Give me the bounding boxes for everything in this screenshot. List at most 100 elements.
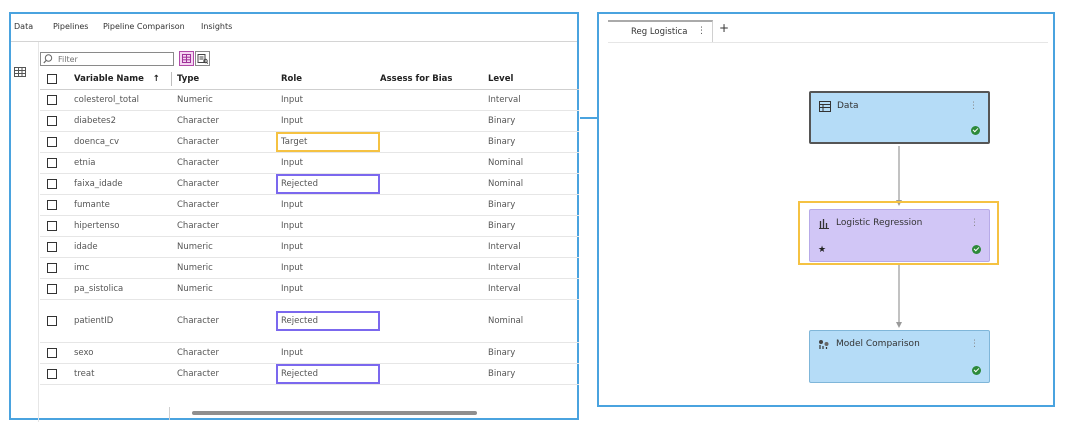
cell-role[interactable]: Input — [281, 263, 303, 273]
scroll-divider — [169, 407, 170, 420]
header-assess-for-bias[interactable]: Assess for Bias — [380, 74, 452, 84]
node-data-menu-icon[interactable]: ⋮ — [969, 101, 978, 111]
tab-reg-logistica[interactable]: Reg Logistica ⋮ — [608, 20, 713, 42]
cell-role[interactable]: Input — [281, 116, 303, 126]
champion-star-icon: ★ — [818, 245, 827, 255]
row-checkbox[interactable] — [47, 137, 57, 147]
cell-role[interactable]: Input — [281, 95, 303, 105]
cell-role[interactable]: Input — [281, 158, 303, 168]
row-checkbox[interactable] — [47, 242, 57, 252]
node-data[interactable]: Data ⋮ — [809, 91, 990, 144]
grid-icon — [182, 54, 191, 63]
cell-type: Character — [177, 200, 219, 210]
tab-pipeline-comparison[interactable]: Pipeline Comparison — [103, 22, 185, 31]
cell-role[interactable]: Input — [281, 200, 303, 210]
table-row[interactable]: etnia Character Input Nominal — [40, 153, 579, 174]
cell-level[interactable]: Interval — [488, 263, 521, 273]
row-checkbox[interactable] — [47, 116, 57, 126]
table-row[interactable]: fumante Character Input Binary — [40, 195, 579, 216]
success-check-icon — [972, 366, 981, 375]
cell-level[interactable]: Binary — [488, 116, 515, 126]
row-checkbox[interactable] — [47, 284, 57, 294]
cell-role[interactable]: Rejected — [281, 369, 318, 379]
cell-level[interactable]: Binary — [488, 221, 515, 231]
cell-role[interactable]: Rejected — [281, 316, 318, 326]
cell-level[interactable]: Nominal — [488, 179, 523, 189]
table-row[interactable]: colesterol_total Numeric Input Interval — [40, 90, 579, 111]
node-model-comparison-menu-icon[interactable]: ⋮ — [970, 339, 979, 349]
cell-variable-name: pa_sistolica — [74, 284, 124, 294]
cell-level[interactable]: Interval — [488, 242, 521, 252]
horizontal-scrollbar[interactable] — [192, 411, 477, 415]
node-model-comparison-label: Model Comparison — [836, 339, 920, 349]
cell-level[interactable]: Binary — [488, 137, 515, 147]
cell-role[interactable]: Input — [281, 284, 303, 294]
cell-type: Numeric — [177, 242, 213, 252]
row-checkbox[interactable] — [47, 263, 57, 273]
table-row[interactable]: hipertenso Character Input Binary — [40, 216, 579, 237]
add-pipeline-button[interactable]: + — [719, 21, 729, 35]
bar-chart-icon — [819, 219, 829, 229]
table-row[interactable]: pa_sistolica Numeric Input Interval — [40, 279, 579, 300]
row-checkbox[interactable] — [47, 158, 57, 168]
node-model-comparison[interactable]: Model Comparison ⋮ — [809, 330, 990, 383]
row-checkbox[interactable] — [47, 179, 57, 189]
table-row[interactable]: imc Numeric Input Interval — [40, 258, 579, 279]
cell-level[interactable]: Binary — [488, 348, 515, 358]
node-logistic-menu-icon[interactable]: ⋮ — [970, 218, 979, 228]
cell-type: Character — [177, 179, 219, 189]
select-all-checkbox[interactable] — [47, 73, 57, 84]
detail-view-button[interactable] — [195, 51, 210, 66]
tab-data[interactable]: Data — [14, 22, 33, 31]
pipeline-tab-label: Reg Logistica — [631, 27, 688, 37]
row-checkbox[interactable] — [47, 95, 57, 105]
row-checkbox[interactable] — [47, 369, 57, 379]
cell-level[interactable]: Binary — [488, 200, 515, 210]
cell-level[interactable]: Binary — [488, 369, 515, 379]
table-row[interactable]: diabetes2 Character Input Binary — [40, 111, 579, 132]
pipeline-tab-menu-icon[interactable]: ⋮ — [697, 26, 706, 36]
row-checkbox[interactable] — [47, 348, 57, 358]
header-role[interactable]: Role — [281, 74, 302, 84]
table-row[interactable]: doenca_cv Character Target Binary — [40, 132, 579, 153]
header-variable-name[interactable]: Variable Name ↑ — [74, 74, 160, 84]
cell-level[interactable]: Nominal — [488, 158, 523, 168]
cell-type: Numeric — [177, 263, 213, 273]
node-data-label: Data — [837, 101, 859, 111]
cell-variable-name: imc — [74, 263, 90, 273]
cell-role[interactable]: Input — [281, 221, 303, 231]
table-row[interactable]: treat Character Rejected Binary — [40, 364, 579, 385]
table-header-row: Variable Name ↑ Type Role Assess for Bia… — [40, 68, 579, 90]
table-row[interactable]: faixa_idade Character Rejected Nominal — [40, 174, 579, 195]
row-checkbox[interactable] — [47, 221, 57, 231]
cell-type: Character — [177, 137, 219, 147]
tab-pipelines[interactable]: Pipelines — [53, 22, 88, 31]
pipeline-panel: Reg Logistica ⋮ + Data ⋮ Logistic Regres… — [597, 12, 1055, 407]
cell-variable-name: idade — [74, 242, 98, 252]
cell-level[interactable]: Interval — [488, 284, 521, 294]
cell-level[interactable]: Nominal — [488, 316, 523, 326]
data-panel: Data Pipelines Pipeline Comparison Insig… — [9, 12, 579, 422]
cell-type: Numeric — [177, 284, 213, 294]
grid-view-button[interactable] — [179, 51, 194, 66]
column-resize-handle[interactable] — [171, 72, 172, 86]
table-row[interactable]: sexo Character Input Binary — [40, 343, 579, 364]
cell-role[interactable]: Target — [281, 137, 307, 147]
row-checkbox[interactable] — [47, 316, 57, 326]
success-check-icon — [972, 245, 981, 254]
cell-role[interactable]: Rejected — [281, 179, 318, 189]
cell-level[interactable]: Interval — [488, 95, 521, 105]
tab-insights[interactable]: Insights — [201, 22, 232, 31]
cell-role[interactable]: Input — [281, 242, 303, 252]
cell-role[interactable]: Input — [281, 348, 303, 358]
node-logistic-regression[interactable]: Logistic Regression ⋮ ★ — [809, 209, 990, 262]
table-row[interactable]: patientID Character Rejected Nominal — [40, 300, 579, 343]
table-row[interactable]: idade Numeric Input Interval — [40, 237, 579, 258]
project-tabs: Data Pipelines Pipeline Comparison Insig… — [11, 14, 577, 42]
table-view-icon[interactable] — [14, 67, 26, 77]
header-level[interactable]: Level — [488, 74, 513, 84]
header-type[interactable]: Type — [177, 74, 199, 84]
cell-variable-name: etnia — [74, 158, 96, 168]
row-checkbox[interactable] — [47, 200, 57, 210]
filter-input[interactable] — [40, 52, 174, 66]
